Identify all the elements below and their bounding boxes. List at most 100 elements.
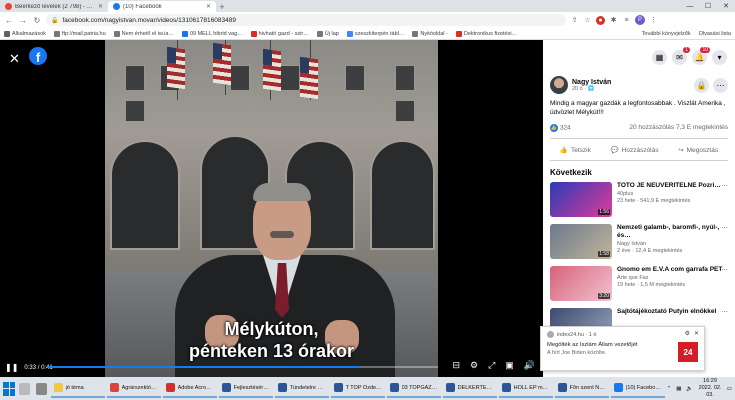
start-button[interactable]: [3, 381, 16, 396]
more-options-icon[interactable]: ⋯: [721, 308, 728, 316]
volume-icon[interactable]: 🔊: [524, 360, 535, 371]
extension-red-icon[interactable]: ●: [596, 15, 605, 25]
taskbar-item[interactable]: Adobe Acro…: [162, 380, 217, 398]
taskbar-item[interactable]: HÖLL EP me…: [498, 380, 553, 398]
taskbar-item[interactable]: Agrárszektó…: [106, 380, 161, 398]
browser-tab[interactable]: Beérkező levelek (2 798) - szám…✕: [0, 1, 108, 12]
more-options-icon[interactable]: ⋯: [721, 224, 728, 232]
more-options-icon[interactable]: ⋯: [713, 77, 728, 93]
url-input[interactable]: 🔒 facebook.com/nagyistvan.movar/videos/1…: [46, 14, 566, 26]
toast-close-icon[interactable]: ✕: [694, 330, 699, 337]
bookmark-item[interactable]: 09 MELL hibrid vag…: [181, 30, 243, 37]
share-icon[interactable]: ⇪: [570, 16, 579, 25]
pause-icon[interactable]: ❚❚: [5, 363, 18, 372]
captions-icon[interactable]: ⊟: [452, 360, 460, 371]
clock[interactable]: 16:29 2022. 02. 03.: [698, 378, 722, 399]
bookmark-item[interactable]: szeszkiterpén tábl…: [346, 30, 404, 37]
taskbar-item[interactable]: Fõn szent N…: [554, 380, 609, 398]
network-icon[interactable]: ▦: [676, 386, 681, 392]
source-icon: [547, 331, 554, 338]
video-channel[interactable]: Nagy István: [617, 241, 728, 247]
back-icon[interactable]: ←: [4, 16, 14, 25]
maximize-button[interactable]: ☐: [699, 0, 717, 12]
more-options-icon[interactable]: ⋯: [721, 182, 728, 190]
star-icon[interactable]: ☆: [583, 16, 592, 25]
bookmark-item[interactable]: Alkalmazások: [4, 30, 46, 37]
facebook-logo[interactable]: f: [29, 47, 47, 65]
video-title[interactable]: Sajtótájékoztató Putyin elnökkel: [617, 308, 728, 316]
taskbar-item[interactable]: 03 TOPGAZ…: [386, 380, 441, 398]
bookmark-item[interactable]: Új lap: [316, 30, 339, 37]
search-icon[interactable]: [19, 382, 30, 395]
video-channel[interactable]: Arte que Faz: [617, 275, 728, 281]
menu-grid-icon[interactable]: ▦: [652, 49, 667, 65]
video-viewer[interactable]: Mélykúton, pénteken 13 órakor ✕ f ❚❚ 0:3…: [0, 40, 543, 377]
up-next-item[interactable]: 1:56 TOTO JE NEUVERITELNÉ Pozri… 40plus 23 …: [543, 182, 735, 224]
account-dropdown-icon[interactable]: ▾: [712, 49, 727, 65]
tab-favicon-icon: [5, 3, 12, 10]
volume-tray-icon[interactable]: 🔈: [686, 386, 693, 392]
new-tab-button[interactable]: +: [216, 1, 228, 12]
video-title[interactable]: Gnomo em E.V.A com garrafa PET: [617, 266, 728, 274]
app-icon: [221, 383, 231, 392]
video-channel[interactable]: 40plus: [617, 191, 728, 197]
action-label: Hozzászólás: [621, 147, 659, 154]
taskbar-item[interactable]: T TOP Ózde…: [330, 380, 385, 398]
taskbar-item[interactable]: jó téma: [50, 380, 105, 398]
tab-close-icon[interactable]: ✕: [98, 3, 103, 10]
task-view-icon[interactable]: [35, 382, 47, 395]
tab-close-icon[interactable]: ✕: [206, 3, 211, 10]
notifications-icon[interactable]: 🔔 10: [692, 46, 710, 65]
browser-tab[interactable]: (10) Facebook ✕: [108, 1, 216, 12]
like-count[interactable]: 324: [560, 125, 571, 132]
bookmark-item[interactable]: ftp://mail.patria.hu: [53, 30, 106, 37]
video-thumbnail[interactable]: 3:20: [550, 266, 612, 301]
extensions-icon[interactable]: ✱: [609, 16, 618, 25]
minimize-button[interactable]: —: [681, 0, 699, 12]
like-button[interactable]: 👍 Tetszik: [560, 146, 591, 154]
taskbar-item[interactable]: Fejlesztésért…: [218, 380, 273, 398]
author-name[interactable]: Nagy István: [572, 79, 611, 86]
bookmark-item[interactable]: Dektronikus fizetési…: [455, 30, 517, 37]
share-button[interactable]: ↪ Megosztás: [678, 146, 718, 154]
tray-up-icon[interactable]: ⌃: [667, 386, 672, 392]
profile-avatar[interactable]: P: [635, 15, 645, 25]
save-post-icon[interactable]: 🔒: [694, 77, 709, 93]
taskbar-item-label: 03 TOPGAZ…: [401, 384, 438, 391]
fullscreen-icon[interactable]: ⤢: [488, 360, 495, 371]
bookmark-item[interactable]: hivhatö gazd - szir…: [250, 30, 309, 37]
comment-button[interactable]: 💬 Hozzászólás: [611, 146, 659, 154]
reload-icon[interactable]: ↻: [32, 16, 42, 25]
video-title[interactable]: TOTO JE NEUVERITELNÉ Pozri…: [617, 182, 728, 190]
taskbar-item[interactable]: Tündetelre k…: [274, 380, 329, 398]
action-center-icon[interactable]: ▭: [727, 386, 732, 392]
taskbar-item[interactable]: DÉLKERTÉS…: [442, 380, 497, 398]
close-window-button[interactable]: ✕: [717, 0, 735, 12]
reading-list[interactable]: Olvasási lista: [699, 31, 731, 37]
reading-list-icon[interactable]: ≡: [622, 16, 631, 25]
post-date[interactable]: 20 ó · 🌐: [572, 86, 611, 92]
bookmark-item[interactable]: Nem érhető el iw.ia…: [113, 30, 174, 37]
notification-toast[interactable]: index24.hu · 1 ó Megölték az Iszlám Álla…: [540, 326, 705, 371]
more-options-icon[interactable]: ⋯: [721, 266, 728, 274]
video-progress-bar[interactable]: [48, 366, 438, 368]
other-bookmarks[interactable]: További könyvjelzők: [642, 31, 691, 37]
author-avatar[interactable]: [550, 76, 568, 94]
up-next-item[interactable]: 3:20 Gnomo em E.V.A com garrafa PET Arte q…: [543, 266, 735, 308]
up-next-item[interactable]: 1:58 Nemzeti galamb-, baromfi-, nyúl-, és…: [543, 224, 735, 266]
toast-settings-icon[interactable]: ⚙: [685, 330, 690, 337]
settings-icon[interactable]: ⚙: [470, 360, 478, 371]
comments-views[interactable]: 20 hozzászólás 7,3 E megtekintés: [629, 124, 728, 132]
messenger-icon[interactable]: ✉ 1: [672, 46, 690, 65]
video-title[interactable]: Nemzeti galamb-, baromfi-, nyúl-, és…: [617, 224, 728, 240]
menu-icon[interactable]: ⋮: [649, 16, 658, 25]
video-thumbnail[interactable]: 1:56: [550, 182, 612, 217]
bookmark-item[interactable]: Nyitóoldal -: [412, 30, 448, 37]
video-duration: 1:56: [598, 209, 610, 215]
pip-icon[interactable]: ▣: [505, 360, 514, 371]
close-icon[interactable]: ✕: [9, 51, 20, 67]
forward-icon[interactable]: →: [18, 16, 28, 25]
video-meta: 23 hete · 541,9 E megtekintés: [617, 198, 691, 204]
taskbar-item[interactable]: (10) Facebo…: [610, 380, 665, 398]
video-thumbnail[interactable]: 1:58: [550, 224, 612, 259]
